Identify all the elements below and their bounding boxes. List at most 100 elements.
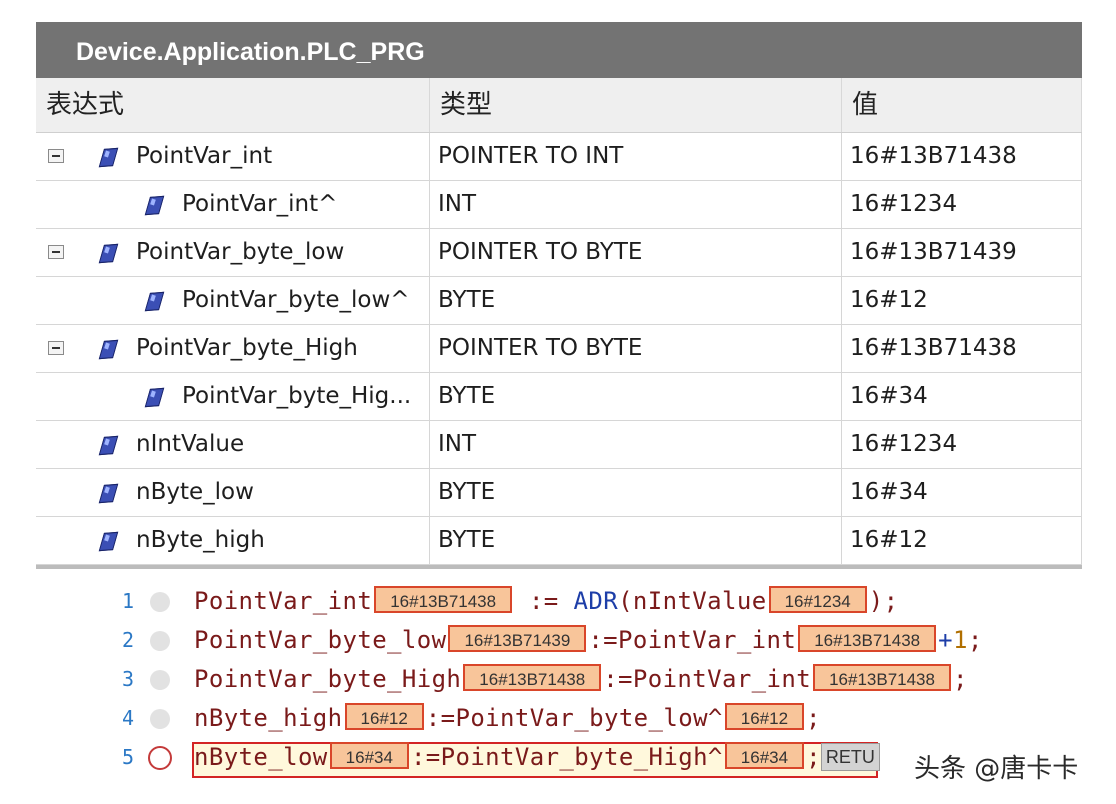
- table-row[interactable]: nByte_low BYTE 16#34: [36, 469, 1082, 517]
- table-row[interactable]: PointVar_byte_High POINTER TO BYTE 16#13B7…: [36, 325, 1082, 373]
- column-header-expression[interactable]: 表达式: [36, 78, 430, 132]
- line-number: 1: [121, 589, 134, 613]
- table-row[interactable]: PointVar_byte_Hig... BYTE 16#34: [36, 373, 1082, 421]
- inline-monitor-value[interactable]: 16#13B71438: [463, 664, 602, 691]
- inline-monitor-value[interactable]: 16#34: [329, 742, 409, 769]
- type-cell: BYTE: [430, 517, 842, 564]
- variable-name: PointVar_int: [136, 143, 273, 169]
- variable-icon: [144, 195, 164, 215]
- type-cell: BYTE: [430, 373, 842, 420]
- code-text: PointVar_int 16#13B71438 := ADR(nIntValue…: [194, 582, 898, 621]
- variable-name: nIntValue: [136, 431, 245, 457]
- breakpoint-slot-icon[interactable]: [150, 631, 170, 651]
- inline-monitor-value[interactable]: 16#13B71438: [813, 664, 951, 691]
- expression-cell: PointVar_byte_High: [36, 325, 430, 372]
- number-token: 1: [952, 626, 968, 654]
- variable-name: PointVar_int^: [182, 191, 338, 217]
- code-token: nByte_low: [194, 743, 328, 771]
- value-cell[interactable]: 16#13B71438: [842, 325, 1082, 372]
- inline-monitor-value[interactable]: 16#1234: [768, 586, 867, 613]
- breakpoint-slot-icon[interactable]: [150, 709, 170, 729]
- line-number: 4: [121, 706, 134, 730]
- value-cell[interactable]: 16#12: [842, 517, 1082, 564]
- breakpoint-slot-icon[interactable]: [150, 670, 170, 690]
- code-line[interactable]: 2 PointVar_byte_low 16#13B71439:=PointVar_…: [36, 621, 1082, 660]
- collapse-icon[interactable]: [48, 245, 64, 259]
- inline-monitor-value[interactable]: 16#13B71438: [798, 625, 937, 652]
- value-cell[interactable]: 16#34: [842, 373, 1082, 420]
- value-cell[interactable]: 16#1234: [842, 421, 1082, 468]
- variable-name: PointVar_byte_low: [136, 239, 345, 265]
- variable-icon: [98, 339, 118, 359]
- line-number: 5: [121, 745, 134, 769]
- expression-cell: PointVar_byte_low: [36, 229, 430, 276]
- variable-icon: [98, 435, 118, 455]
- value-cell[interactable]: 16#13B71438: [842, 133, 1082, 180]
- inline-monitor-value[interactable]: 16#12: [724, 703, 805, 730]
- type-cell: BYTE: [430, 277, 842, 324]
- expression-cell: nByte_low: [36, 469, 430, 516]
- expression-cell: nIntValue: [36, 421, 430, 468]
- inline-monitor-value[interactable]: 16#12: [344, 703, 424, 730]
- table-row[interactable]: PointVar_byte_low POINTER TO BYTE 16#13B71…: [36, 229, 1082, 277]
- variable-icon: [144, 387, 164, 407]
- variable-icon: [144, 291, 164, 311]
- inline-monitor-value[interactable]: 16#13B71438: [374, 586, 513, 613]
- code-line[interactable]: 4 nByte_high 16#12:=PointVar_byte_low^ 16#1…: [36, 699, 1082, 738]
- type-cell: INT: [430, 421, 842, 468]
- code-token: nByte_high: [194, 704, 343, 732]
- code-line[interactable]: 3 PointVar_byte_High 16#13B71438:=PointVar…: [36, 660, 1082, 699]
- code-text: PointVar_byte_low 16#13B71439:=PointVar_i…: [194, 621, 983, 660]
- code-token: ;: [952, 665, 968, 693]
- code-token: );: [868, 587, 899, 615]
- type-cell: INT: [430, 181, 842, 228]
- value-cell[interactable]: 16#12: [842, 277, 1082, 324]
- code-token: :=: [514, 587, 574, 615]
- variable-name: nByte_high: [136, 527, 265, 553]
- expression-cell: PointVar_int: [36, 133, 430, 180]
- expression-cell: PointVar_int^: [36, 181, 430, 228]
- variable-icon: [98, 483, 118, 503]
- code-token: :=PointVar_int: [588, 626, 797, 654]
- code-token: ;: [806, 743, 821, 771]
- watermark: 头条 @唐卡卡: [914, 754, 1079, 784]
- table-row[interactable]: nIntValue INT 16#1234: [36, 421, 1082, 469]
- table-row[interactable]: PointVar_int POINTER TO INT 16#13B71438: [36, 133, 1082, 181]
- breakpoint-slot-icon[interactable]: [150, 592, 170, 612]
- line-number: 2: [121, 628, 134, 652]
- value-cell[interactable]: 16#1234: [842, 181, 1082, 228]
- inline-monitor-value[interactable]: 16#13B71439: [448, 625, 587, 652]
- variable-name: PointVar_byte_Hig...: [182, 383, 412, 409]
- code-token: (nIntValue: [618, 587, 767, 615]
- type-cell: POINTER TO BYTE: [430, 325, 842, 372]
- code-token: :=PointVar_byte_low^: [425, 704, 723, 732]
- variable-icon: [98, 531, 118, 551]
- table-row[interactable]: PointVar_int^ INT 16#1234: [36, 181, 1082, 229]
- code-token: PointVar_byte_High: [194, 665, 462, 693]
- value-cell[interactable]: 16#13B71439: [842, 229, 1082, 276]
- watch-panel: Device.Application.PLC_PRG 表达式 类型 值 Poin…: [36, 22, 1082, 569]
- keyword-token: +: [938, 626, 953, 654]
- variable-grid: PointVar_int POINTER TO INT 16#13B71438 Poi…: [36, 133, 1082, 565]
- inline-monitor-value[interactable]: 16#34: [724, 742, 805, 769]
- breakpoint-active-icon[interactable]: [148, 746, 172, 770]
- expression-cell: PointVar_byte_Hig...: [36, 373, 430, 420]
- collapse-icon[interactable]: [48, 149, 64, 163]
- value-cell[interactable]: 16#34: [842, 469, 1082, 516]
- type-cell: BYTE: [430, 469, 842, 516]
- return-marker: RETU: [820, 743, 880, 771]
- type-cell: POINTER TO INT: [430, 133, 842, 180]
- collapse-icon[interactable]: [48, 341, 64, 355]
- column-header-type[interactable]: 类型: [430, 78, 842, 132]
- expression-cell: PointVar_byte_low^: [36, 277, 430, 324]
- code-line[interactable]: 1 PointVar_int 16#13B71438 := ADR(nIntValu…: [36, 582, 1082, 621]
- code-token: PointVar_int: [194, 587, 373, 615]
- grid-header: 表达式 类型 值: [36, 78, 1082, 133]
- column-header-value[interactable]: 值: [842, 78, 1082, 132]
- code-text: nByte_high 16#12:=PointVar_byte_low^ 16#12…: [194, 699, 821, 738]
- code-text: PointVar_byte_High 16#13B71438:=PointVar_…: [194, 660, 968, 699]
- table-row[interactable]: PointVar_byte_low^ BYTE 16#12: [36, 277, 1082, 325]
- code-token: PointVar_byte_low: [194, 626, 447, 654]
- table-row[interactable]: nByte_high BYTE 16#12: [36, 517, 1082, 565]
- line-number: 3: [121, 667, 134, 691]
